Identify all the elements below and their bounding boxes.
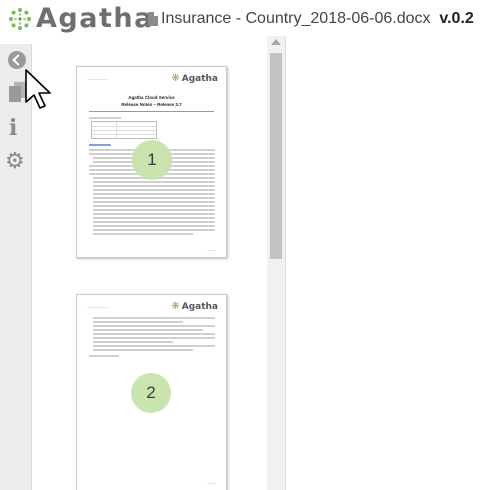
document-title: Insurance - Country_2018-06-06.docx v.0.… bbox=[161, 9, 474, 29]
settings-gear-icon: ⚙ bbox=[5, 148, 25, 173]
page-logo: Agatha bbox=[171, 301, 218, 312]
page-number-badge: 2 bbox=[131, 373, 171, 413]
document-icon bbox=[148, 12, 158, 26]
page-header-meta: ——————— bbox=[87, 305, 108, 309]
info-button[interactable]: i bbox=[0, 114, 32, 144]
page-thumbnail-2[interactable]: ——————— Agatha ——— 2 bbox=[76, 294, 227, 490]
version-prefix: v. bbox=[439, 10, 452, 27]
back-arrow-icon bbox=[8, 51, 26, 69]
scroll-up-arrow-icon[interactable] bbox=[271, 39, 281, 45]
page-thumbnail-1[interactable]: ——————— Agatha Agatha Cloud Service Rele… bbox=[76, 66, 227, 258]
thumbnail-scrollbar[interactable] bbox=[267, 36, 285, 490]
page-title-line2: Release Notes – Release 3.7 bbox=[121, 102, 182, 107]
document-info-table bbox=[91, 121, 157, 139]
info-icon: i bbox=[9, 115, 18, 141]
document-name: Insurance - Country_2018-06-06.docx bbox=[161, 10, 431, 27]
page-thumbnail-panel: ——————— Agatha Agatha Cloud Service Rele… bbox=[33, 36, 286, 490]
page-footer: ——— bbox=[207, 481, 216, 485]
scrollbar-thumb[interactable] bbox=[270, 53, 282, 259]
contents-heading bbox=[89, 144, 111, 146]
page-title-line1: Agatha Cloud Service bbox=[128, 95, 175, 100]
settings-button[interactable]: ⚙ bbox=[0, 148, 32, 178]
app-header: Agatha Insurance - Country_2018-06-06.do… bbox=[0, 0, 488, 40]
page-footer: ——— bbox=[207, 248, 216, 252]
page-logo: Agatha bbox=[171, 73, 218, 84]
agatha-logo-icon bbox=[9, 8, 31, 30]
version-number: 0.2 bbox=[451, 10, 474, 27]
section-heading bbox=[89, 117, 121, 119]
mouse-cursor-icon bbox=[25, 69, 51, 109]
page-number-badge: 1 bbox=[132, 140, 172, 180]
page-divider bbox=[89, 111, 214, 112]
page-header-meta: ——————— bbox=[87, 77, 108, 81]
brand-name: Agatha bbox=[36, 3, 154, 34]
